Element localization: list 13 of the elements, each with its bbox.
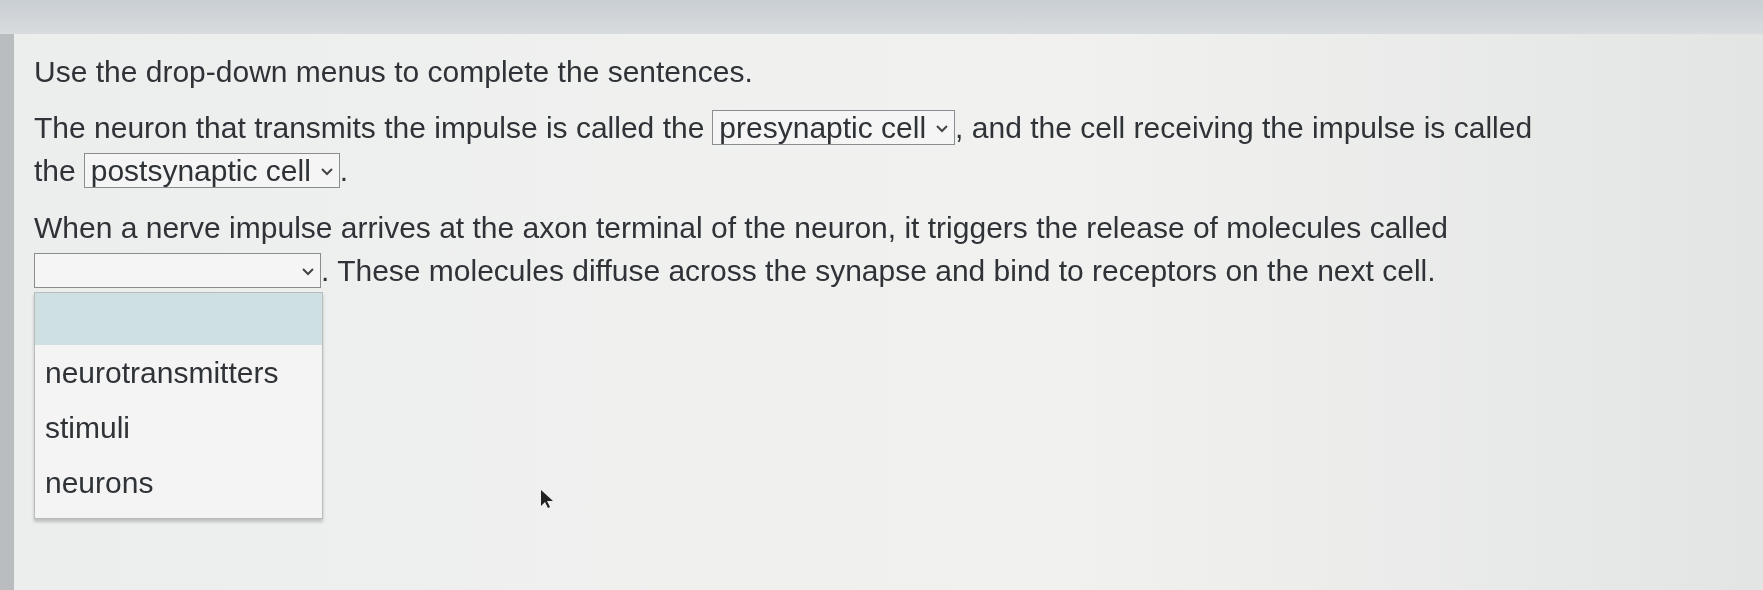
- sentence-text: .: [339, 153, 349, 188]
- sentence-text: , and the cell receiving the impulse is called: [955, 110, 1533, 145]
- dropdown-option[interactable]: neurotransmitters: [35, 345, 322, 400]
- instruction-text: Use the drop-down menus to complete the sentences.: [34, 54, 753, 90]
- sentence-text: When a nerve impulse arrives at the axon terminal of the neuron, it triggers the release of molecules called: [34, 210, 1449, 245]
- sentence-text: . These molecules diffuse across the synapse and bind to receptors on the next cell.: [321, 253, 1436, 288]
- dropdown-option[interactable]: neurons: [35, 455, 322, 510]
- dropdown-option[interactable]: stimuli: [35, 400, 322, 455]
- sentence-text: The neuron that transmits the impulse is called the: [34, 110, 705, 145]
- dropdown[interactable]: postsynaptic cell: [83, 153, 340, 188]
- sentence-text: the: [34, 153, 76, 188]
- dropdown[interactable]: presynaptic cell: [712, 110, 956, 145]
- dropdown[interactable]: [34, 253, 321, 288]
